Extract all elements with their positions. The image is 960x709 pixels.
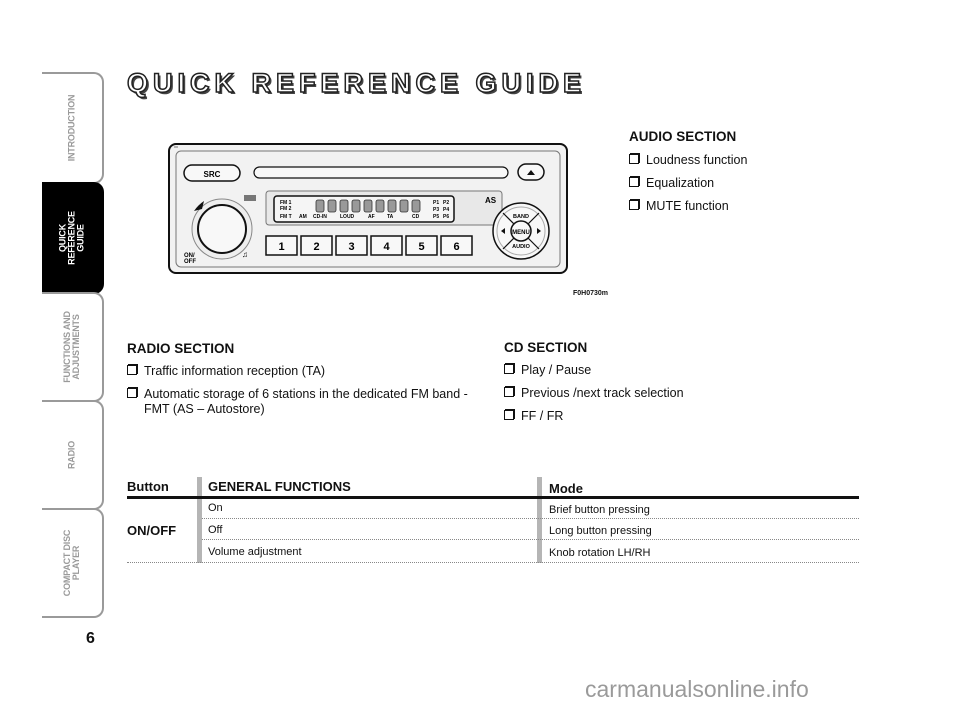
svg-text:MENU: MENU (512, 230, 530, 236)
header-mode: Mode (549, 481, 583, 496)
radio-section-heading: RADIO SECTION (127, 341, 235, 356)
lcd-digit (387, 199, 397, 213)
mode-cell: Brief button pressing (549, 504, 650, 516)
tab-compact-disc-player[interactable]: COMPACT DISC PLAYER (42, 508, 104, 618)
src-button: SRC (183, 164, 241, 182)
function-cell: Volume adjustment (208, 546, 302, 558)
svg-text:AUDIO: AUDIO (512, 244, 530, 250)
cd-section-heading: CD SECTION (504, 340, 588, 355)
header-button: Button (127, 479, 169, 494)
checkbox-bullet-icon (127, 365, 137, 375)
audio-item: Loudness function (629, 153, 747, 168)
lcd-digit (363, 199, 373, 213)
tab-radio[interactable]: RADIO (42, 400, 104, 510)
tab-label: FUNCTIONS AND ADJUSTMENTS (62, 311, 81, 383)
row-divider (202, 518, 859, 519)
svg-text:CD: CD (412, 214, 420, 220)
lcd-digit (411, 199, 421, 213)
tab-label: RADIO (66, 441, 77, 469)
svg-text:3: 3 (348, 241, 354, 253)
preset-button-3: 3 (335, 235, 368, 256)
mode-cell: Knob rotation LH/RH (549, 547, 651, 559)
tab-functions-and-adjustments[interactable]: FUNCTIONS AND ADJUSTMENTS (42, 292, 104, 402)
watermark: carmanualsonline.info (585, 676, 809, 702)
svg-text:2: 2 (313, 241, 319, 253)
volume-icon: ♫ (242, 250, 248, 259)
figure-code: F0H0730m (573, 290, 609, 297)
tab-label: COMPACT DISC PLAYER (62, 529, 81, 597)
svg-text:AM: AM (299, 214, 307, 220)
lcd-digit (339, 199, 349, 213)
cd-item: Play / Pause (504, 363, 591, 378)
eject-button (517, 163, 545, 181)
function-cell: On (208, 502, 223, 514)
svg-text:AF: AF (368, 214, 375, 220)
header-rule (127, 496, 859, 499)
header-general-functions: GENERAL FUNCTIONS (208, 479, 351, 494)
svg-text:6: 6 (453, 241, 459, 253)
lcd-digit (399, 199, 409, 213)
svg-text:P6: P6 (443, 214, 449, 220)
column-divider (197, 477, 202, 563)
row-divider (127, 562, 859, 563)
svg-text:P3: P3 (433, 207, 439, 213)
svg-text:TA: TA (387, 214, 394, 220)
tab-label: QUICK REFERENCE GUIDE (57, 211, 86, 265)
lcd-digit (315, 199, 325, 213)
svg-text:P4: P4 (443, 207, 449, 213)
preset-button-4: 4 (370, 235, 403, 256)
checkbox-bullet-icon (504, 410, 514, 420)
svg-text:CD-IN: CD-IN (313, 214, 327, 220)
preset-button-2: 2 (300, 235, 333, 256)
tab-label: INTRODUCTION (66, 94, 77, 162)
checkbox-bullet-icon (629, 154, 639, 164)
audio-section-heading: AUDIO SECTION (629, 129, 737, 144)
checkbox-bullet-icon (629, 177, 639, 187)
lcd-digit (351, 199, 361, 213)
preset-button-1: 1 (265, 235, 298, 256)
audio-item: Equalization (629, 176, 714, 191)
svg-text:P1: P1 (433, 200, 439, 206)
checkbox-bullet-icon (504, 364, 514, 374)
row-divider (202, 539, 859, 540)
svg-text:4: 4 (383, 241, 390, 253)
svg-text:P5: P5 (433, 214, 439, 220)
checkbox-bullet-icon (504, 387, 514, 397)
cd-slot (253, 166, 509, 179)
column-divider (537, 477, 542, 563)
page-title: QUICK REFERENCE GUIDE (126, 67, 587, 99)
checkbox-bullet-icon (629, 200, 639, 210)
function-cell: Off (208, 524, 223, 536)
svg-text:P2: P2 (443, 200, 449, 206)
cd-item: Previous /next track selection (504, 386, 684, 401)
preset-button-6: 6 (440, 235, 473, 256)
svg-text:1: 1 (278, 241, 284, 253)
svg-text:5: 5 (418, 241, 424, 253)
radio-unit-illustration: SRC ON/ OFF ♫ FM 1 FM 2 FM T AM CD-IN LO… (168, 143, 568, 274)
svg-text:LOUD: LOUD (340, 214, 355, 220)
lcd-digit (327, 199, 337, 213)
svg-text:AS: AS (485, 196, 497, 205)
button-name: ON/OFF (127, 523, 177, 538)
preset-button-5: 5 (405, 235, 438, 256)
svg-text:FM T: FM T (280, 214, 292, 220)
page-number: 6 (86, 630, 95, 647)
svg-text:FM 2: FM 2 (280, 206, 292, 212)
tab-quick-reference-guide[interactable]: QUICK REFERENCE GUIDE (42, 182, 104, 294)
src-label: SRC (204, 170, 221, 179)
cd-item: FF / FR (504, 409, 563, 424)
audio-item: MUTE function (629, 199, 729, 214)
radio-item: Automatic storage of 6 stations in the d… (127, 387, 468, 402)
svg-text:OFF: OFF (184, 259, 196, 265)
checkbox-bullet-icon (127, 388, 137, 398)
svg-text:BAND: BAND (513, 214, 529, 220)
radio-item: Traffic information reception (TA) (127, 364, 325, 379)
radio-item-continuation: FMT (AS – Autostore) (144, 402, 265, 416)
navigation-pad: MENU BAND AUDIO (492, 202, 550, 260)
lcd-digit (375, 199, 385, 213)
mode-cell: Long button pressing (549, 525, 652, 537)
tab-introduction[interactable]: INTRODUCTION (42, 72, 104, 184)
